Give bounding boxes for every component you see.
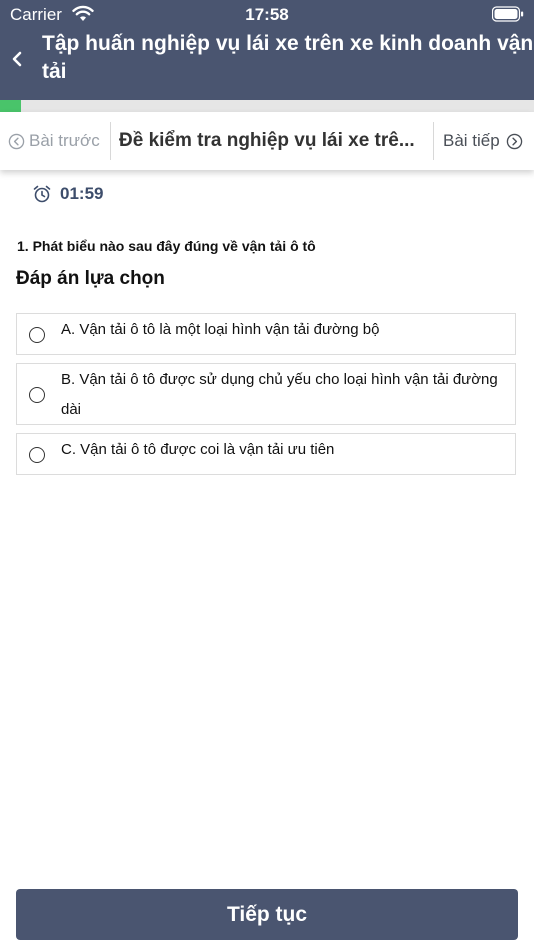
- app-header: Carrier 17:58 Tập huấn nghiệp vụ lái xe …: [0, 0, 534, 100]
- page-title-line-2: tải: [42, 60, 67, 83]
- answer-option-label: A. Vận tải ô tô là một loại hình vận tải…: [61, 321, 380, 338]
- answer-option-a[interactable]: A. Vận tải ô tô là một loại hình vận tải…: [16, 313, 516, 355]
- battery-icon: [492, 6, 524, 22]
- question-text: 1. Phát biểu nào sau đây đúng về vận tải…: [17, 238, 316, 254]
- countdown-timer: 01:59: [32, 184, 103, 204]
- previous-lesson-button[interactable]: Bài trước: [8, 112, 100, 170]
- current-lesson-title: Đề kiểm tra nghiệp vụ lái xe trê...: [119, 130, 415, 151]
- timer-value: 01:59: [60, 184, 104, 203]
- continue-button[interactable]: Tiếp tục: [16, 889, 518, 940]
- answer-option-label: C. Vận tải ô tô được coi là vận tải ưu t…: [61, 441, 335, 458]
- alarm-clock-icon: [33, 185, 51, 203]
- nav-divider: [110, 122, 111, 160]
- radio-button[interactable]: [29, 327, 45, 343]
- page-title: Tập huấn nghiệp vụ lái xe trên xe kinh d…: [42, 30, 534, 86]
- back-chevron-icon[interactable]: [6, 46, 28, 72]
- answers-heading: Đáp án lựa chọn: [16, 268, 165, 289]
- next-lesson-label: Bài tiếp: [443, 131, 500, 150]
- nav-divider: [433, 122, 434, 160]
- chevron-right-circle-icon: [506, 133, 522, 149]
- radio-button[interactable]: [29, 387, 45, 403]
- chevron-left-circle-icon: [8, 133, 25, 149]
- lesson-progress-fill: [0, 100, 22, 112]
- status-bar: Carrier 17:58: [0, 0, 534, 30]
- lesson-navigation: Bài trước Đề kiểm tra nghiệp vụ lái xe t…: [0, 112, 534, 170]
- next-lesson-button[interactable]: Bài tiếp: [443, 112, 523, 170]
- answer-option-c[interactable]: C. Vận tải ô tô được coi là vận tải ưu t…: [16, 433, 516, 475]
- status-time: 17:58: [245, 5, 289, 24]
- page-title-line-1: Tập huấn nghiệp vụ lái xe trên xe kinh d…: [42, 32, 534, 55]
- answer-option-b[interactable]: B. Vận tải ô tô được sử dụng chủ yếu cho…: [16, 363, 516, 425]
- lesson-progress-bar: [0, 100, 534, 112]
- previous-lesson-label: Bài trước: [29, 131, 100, 150]
- radio-button[interactable]: [29, 447, 45, 463]
- answer-option-label: B. Vận tải ô tô được sử dụng chủ yếu cho…: [61, 371, 498, 418]
